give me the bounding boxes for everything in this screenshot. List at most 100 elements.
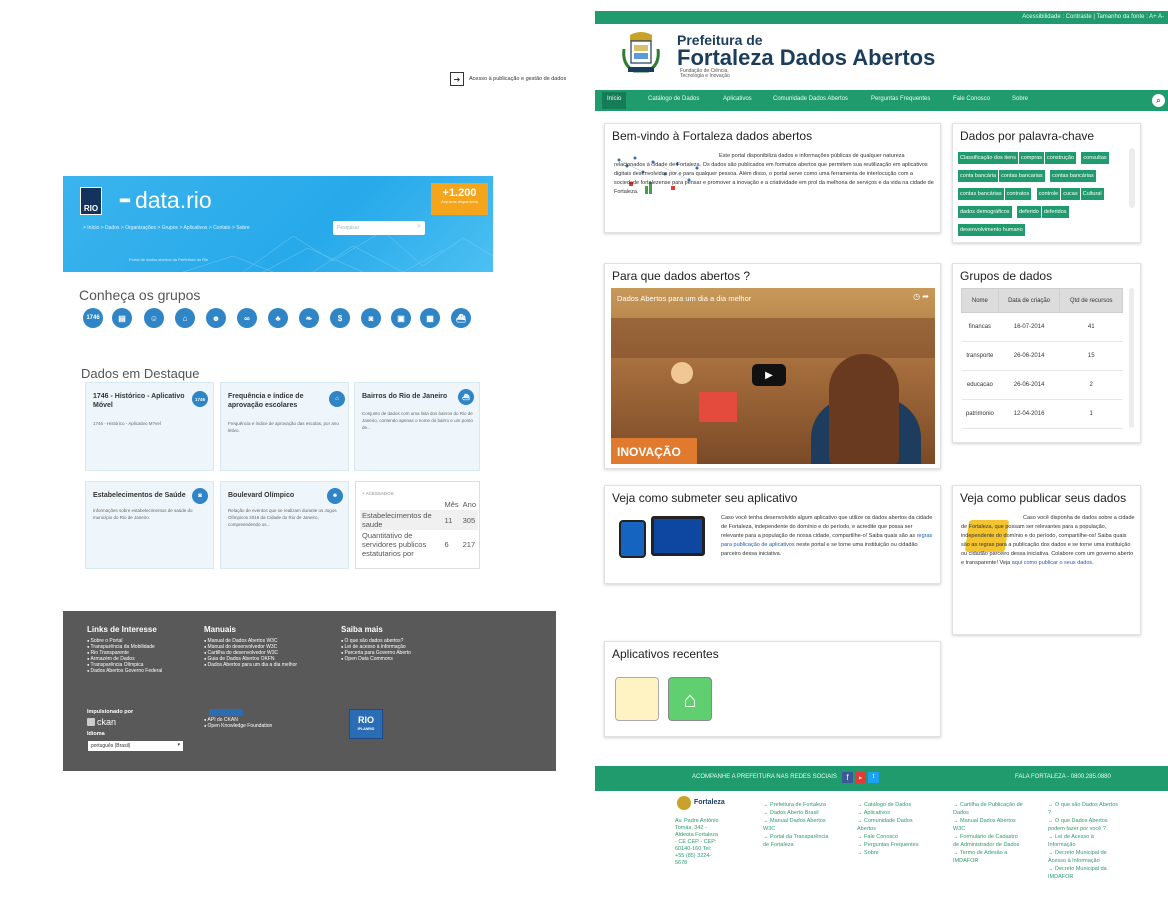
footer-link[interactable]: Dados Abertos Governo Federal	[87, 668, 163, 674]
col-qty[interactable]: Qtd de recursos	[1059, 288, 1123, 313]
keyword-tag[interactable]: contas bancárias	[958, 188, 1004, 200]
keyword-tag[interactable]: cucas	[1061, 188, 1080, 200]
group-ship-icon[interactable]: ⛴	[451, 308, 471, 328]
footer-link[interactable]: Prefeitura de Fortaleza	[763, 801, 831, 809]
footer-link[interactable]: Sobre	[857, 849, 929, 857]
col-name[interactable]: Nome	[961, 288, 999, 313]
group-people-icon[interactable]: ♣	[268, 308, 288, 328]
group-person-icon[interactable]: ☺	[144, 308, 164, 328]
dataset-name[interactable]: Estabelecimentos de saude	[360, 510, 442, 530]
keyword-tag[interactable]: deferidos	[1041, 206, 1069, 218]
keyword-tag[interactable]: desenvolvimento humano	[958, 224, 1025, 236]
footer-link[interactable]: Formulário de Cadastro de Administrador …	[953, 833, 1025, 849]
card-title[interactable]: Boulevard Olímpico	[228, 491, 326, 500]
group-name[interactable]: transporte	[961, 341, 999, 371]
group-theater-masks-icon[interactable]: ☻	[206, 308, 226, 328]
featured-card[interactable]: Estabelecimentos de Saúde Informações so…	[85, 481, 214, 569]
footer-link[interactable]: Manual Dados Abertos W3C	[953, 817, 1025, 833]
footer-link[interactable]: Decreto Municipal de Acesso à Informação	[1048, 849, 1120, 865]
group-graduation-cap-icon[interactable]: ⌂	[175, 308, 195, 328]
card-title[interactable]: Frequência e índice de aprovação escolar…	[228, 392, 326, 410]
footer-link[interactable]: Manual Dados Abertos W3C	[763, 817, 831, 833]
table-row[interactable]: financas 16-07-2014 41	[961, 312, 1123, 342]
groups-scrollbar[interactable]	[1129, 288, 1134, 428]
fortaleza-coat-of-arms-icon[interactable]	[622, 31, 660, 75]
group-bus-icon[interactable]: ▣	[391, 308, 411, 328]
featured-card[interactable]: 1746 - Histórico - Aplicativo Móvel 1746…	[85, 382, 214, 471]
search-icon[interactable]: ⌕	[1152, 94, 1165, 107]
keyword-tag[interactable]: Classificação dos itens	[958, 152, 1018, 164]
nav-item-aplicativos[interactable]: Aplicativos	[723, 96, 752, 102]
col-date[interactable]: Data de criação	[997, 288, 1061, 313]
group-bike-icon[interactable]: ∞	[237, 308, 257, 328]
language-select[interactable]: português (Brasil) ▾	[88, 741, 183, 751]
keyword-tag[interactable]: contas bancárias	[1050, 170, 1096, 182]
keyword-tag[interactable]: deferido	[1016, 206, 1041, 218]
keyword-tag[interactable]: consultas	[1081, 152, 1109, 164]
keyword-tag[interactable]: Cultural	[1080, 188, 1104, 200]
keyword-tag[interactable]: controle	[1036, 188, 1061, 200]
footer-link[interactable]: Dados Aberto Brasil	[763, 809, 831, 817]
group-1746-icon[interactable]: 1746	[83, 308, 103, 328]
keyword-tag[interactable]: conta bancária	[958, 170, 999, 182]
clock-share-icon[interactable]: ◷ ➦	[913, 292, 929, 301]
footer-link[interactable]: Lei de Acesso à Informação	[1048, 833, 1120, 849]
facebook-icon[interactable]: f	[842, 772, 853, 783]
footer-link[interactable]: Open Data Commons	[341, 656, 411, 662]
keyword-tag[interactable]: compras	[1018, 152, 1045, 164]
rio-search-input[interactable]: Pesquisar ⌕	[333, 221, 425, 235]
data-rio-logo[interactable]: ▪▪▪ data.rio	[119, 187, 212, 214]
card-title[interactable]: Bairros do Rio de Janeiro	[362, 392, 460, 401]
nav-item-catalogo[interactable]: Catálogo de Dados	[648, 96, 699, 102]
group-doc-icon[interactable]: ▤	[112, 308, 132, 328]
dataset-name[interactable]: Quantitativo de servidores publicos esta…	[360, 530, 442, 559]
group-leaf-icon[interactable]: ❧	[299, 308, 319, 328]
nav-item-perguntas[interactable]: Perguntas Frequentes	[871, 96, 930, 102]
rio-badge-logo[interactable]: RIO	[80, 187, 102, 215]
featured-card[interactable]: Boulevard Olímpico Relação de eventos qu…	[220, 481, 349, 569]
ckan-logo[interactable]: ckan	[87, 717, 116, 727]
footer-link[interactable]: O que Dados Abertos podem fazer por você…	[1048, 817, 1120, 833]
footer-logo-text[interactable]: Fortaleza	[694, 799, 725, 806]
rio-iplan-logo[interactable]: RIO IPLANRIO	[349, 709, 383, 739]
nav-item-comunidade[interactable]: Comunidade Dados Abertos	[773, 96, 848, 102]
app-home-icon[interactable]: ⌂	[668, 677, 712, 721]
site-title[interactable]: Fortaleza Dados Abertos	[677, 46, 935, 70]
twitter-icon[interactable]: t	[868, 772, 879, 783]
footer-link[interactable]: Dados Abertos para um dia a dia melhor	[204, 662, 298, 668]
featured-card[interactable]: Bairros do Rio de Janeiro Conjunto de da…	[354, 382, 480, 471]
group-name[interactable]: patrimonio	[961, 399, 999, 429]
footer-link[interactable]: Fale Conosco	[857, 833, 929, 841]
accessibility-bar[interactable]: Acessibilidade : Contraste | Tamanho da …	[595, 11, 1168, 24]
group-camera-icon[interactable]: ◙	[361, 308, 381, 328]
featured-card[interactable]: Frequência e índice de aprovação escolar…	[220, 382, 349, 471]
nav-item-sobre[interactable]: Sobre	[1012, 96, 1028, 102]
nav-item-fale-conosco[interactable]: Fale Conosco	[953, 96, 990, 102]
app-bus-stop-icon[interactable]	[615, 677, 659, 721]
search-icon[interactable]: ⌕	[417, 223, 421, 231]
footer-link[interactable]: Decreto Municipal da IMDAFOR	[1048, 865, 1120, 881]
footer-link[interactable]: O que são Dados Abertos ?	[1048, 801, 1120, 817]
footer-link[interactable]: Termo de Adesão a IMDAFOR	[953, 849, 1025, 865]
keyword-tag[interactable]: contratos	[1004, 188, 1032, 200]
publication-access-link[interactable]: ➔ Acesso à publicação e gestão de dados	[450, 72, 566, 86]
table-row[interactable]: educacao 26-06-2014 2	[961, 370, 1123, 400]
table-row[interactable]: patrimonio 12-04-2016 1	[961, 399, 1123, 429]
keywords-scrollbar[interactable]	[1129, 148, 1135, 208]
keyword-tag[interactable]: dados demográficos	[958, 206, 1012, 218]
footer-link[interactable]: Aplicativos	[857, 809, 929, 817]
youtube-icon[interactable]: ▶	[855, 772, 866, 783]
group-briefcase-icon[interactable]: ▦	[420, 308, 440, 328]
play-button-icon[interactable]: ▶	[752, 364, 786, 386]
footer-link[interactable]: Cartilha de Publicação de Dados	[953, 801, 1025, 817]
video-title[interactable]: Dados Abertos para um dia a dia melhor	[617, 294, 751, 303]
publish-howto-link[interactable]: aqui como publicar o seus dados	[1012, 560, 1092, 566]
footer-link[interactable]: Perguntas Frequentes	[857, 841, 929, 849]
group-dollar-icon[interactable]: $	[330, 308, 350, 328]
footer-link[interactable]: Open Knowledge Foundation	[204, 723, 273, 729]
table-row[interactable]: Estabelecimentos de saude 11 305	[360, 510, 478, 530]
group-name[interactable]: educacao	[961, 370, 999, 400]
group-name[interactable]: financas	[961, 312, 999, 342]
card-title[interactable]: Estabelecimentos de Saúde	[93, 491, 191, 500]
table-row[interactable]: transporte 26-06-2014 15	[961, 341, 1123, 371]
